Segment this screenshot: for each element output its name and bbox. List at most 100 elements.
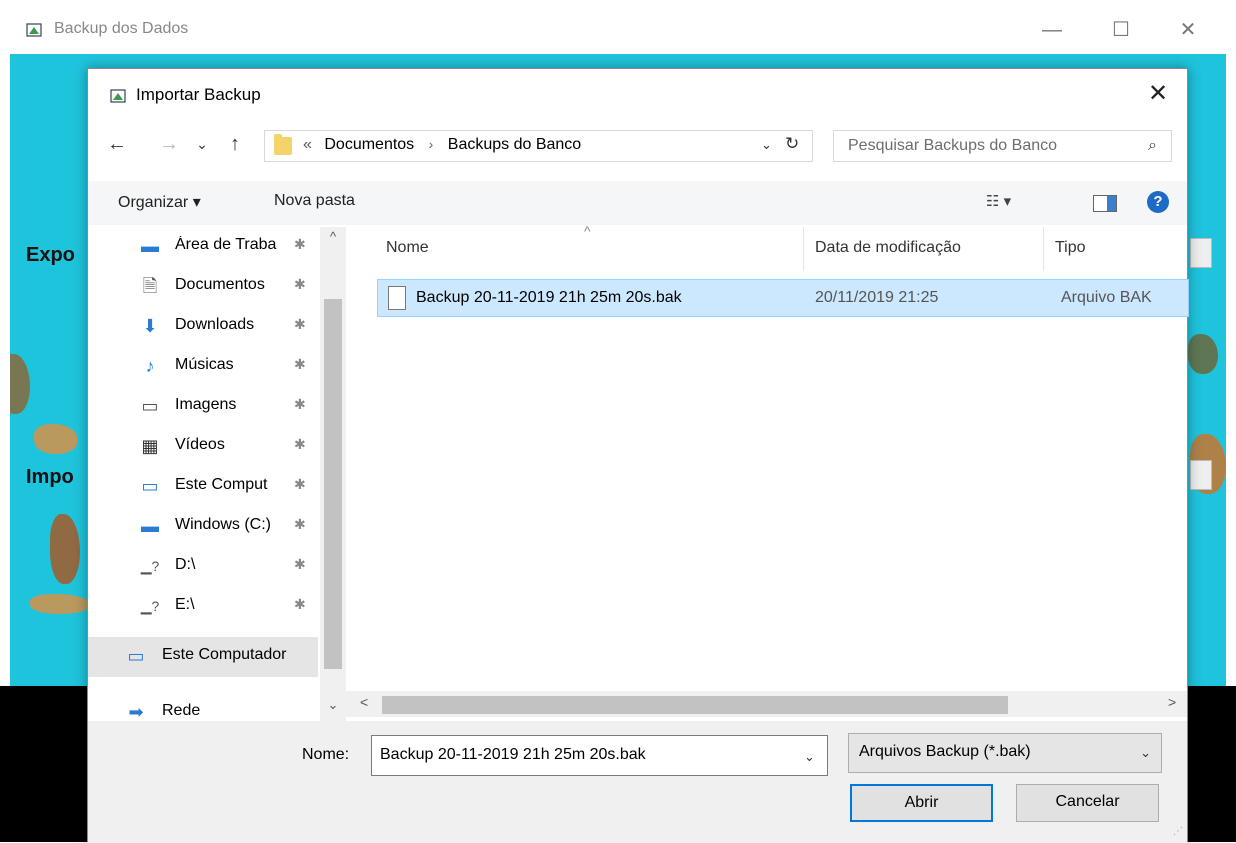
filename-input[interactable]: Backup 20-11-2019 21h 25m 20s.bak <box>371 735 828 776</box>
folder-icon <box>274 134 292 155</box>
background-decoration <box>50 514 80 584</box>
nav-item-label: Vídeos <box>175 436 225 453</box>
background-decoration <box>30 594 90 614</box>
resize-grip-icon[interactable]: ⋰ <box>1173 826 1183 837</box>
navigation-pane: ▬ Área de Traba ✱ 🗎 Documentos ✱ ⬇ Downl… <box>88 227 346 721</box>
pin-icon: ✱ <box>294 356 306 372</box>
nav-item-downloads[interactable]: ⬇ Downloads ✱ <box>88 307 318 347</box>
filename-dropdown-icon[interactable]: ⌄ <box>804 749 815 765</box>
breadcrumb: « Documentos › Backups do Banco <box>303 136 581 154</box>
pin-icon: ✱ <box>294 436 306 452</box>
nav-item-drive-d[interactable]: ▁? D:\ ✱ <box>88 547 318 587</box>
nav-item-drive-e[interactable]: ▁? E:\ ✱ <box>88 587 318 627</box>
address-dropdown-icon[interactable]: ⌄ <box>761 137 772 153</box>
chevron-down-icon: ⌄ <box>1140 745 1151 760</box>
nav-item-label: Rede <box>162 702 201 719</box>
background-decoration <box>1188 334 1218 374</box>
scroll-right-icon[interactable]: > <box>1168 694 1176 710</box>
pin-icon: ✱ <box>294 596 306 612</box>
cancel-button[interactable]: Cancelar <box>1016 784 1159 822</box>
nav-item-label: Este Comput <box>175 476 268 493</box>
nav-item-documentos[interactable]: 🗎 Documentos ✱ <box>88 267 318 307</box>
breadcrumb-documentos[interactable]: Documentos <box>324 136 414 153</box>
pin-icon: ✱ <box>294 556 306 572</box>
app-titlebar: Backup dos Dados — ☐ ✕ <box>0 0 1236 54</box>
file-list-hscrollbar[interactable]: < > <box>346 691 1187 717</box>
help-icon[interactable]: ? <box>1147 191 1169 213</box>
file-row[interactable]: Backup 20-11-2019 21h 25m 20s.bak 20/11/… <box>377 279 1189 317</box>
breadcrumb-separator[interactable]: › <box>429 136 434 152</box>
search-icon[interactable]: ⌕ <box>1148 137 1157 155</box>
nav-item-musicas[interactable]: ♪ Músicas ✱ <box>88 347 318 387</box>
organize-button[interactable]: Organizar ▾ <box>118 192 201 212</box>
view-options-icon[interactable]: ☷ ▾ <box>986 192 1011 210</box>
nav-item-imagens[interactable]: ▭ Imagens ✱ <box>88 387 318 427</box>
nav-item-videos[interactable]: ▦ Vídeos ✱ <box>88 427 318 467</box>
app-title: Backup dos Dados <box>54 20 189 37</box>
up-button[interactable]: ↑ <box>224 133 246 155</box>
scroll-up-icon[interactable]: ^ <box>320 229 346 244</box>
address-bar[interactable]: « Documentos › Backups do Banco ⌄ ↻ <box>264 130 813 162</box>
scrollbar-thumb[interactable] <box>382 696 1008 714</box>
background-decoration <box>10 354 30 414</box>
pin-icon: ✱ <box>294 516 306 532</box>
scrollbar-thumb[interactable] <box>324 299 342 669</box>
nav-pane-scrollbar[interactable]: ^ ⌄ <box>320 227 346 721</box>
file-modified: 20/11/2019 21:25 <box>815 289 939 306</box>
export-button[interactable] <box>1190 238 1212 268</box>
nav-item-desktop[interactable]: ▬ Área de Traba ✱ <box>88 227 318 267</box>
nav-item-label: Downloads <box>175 316 255 333</box>
open-button[interactable]: Abrir <box>850 784 993 822</box>
file-name: Backup 20-11-2019 21h 25m 20s.bak <box>416 289 682 306</box>
file-icon <box>388 286 406 310</box>
recent-locations-button[interactable]: ⌄ <box>191 133 213 155</box>
music-icon: ♪ <box>145 356 155 376</box>
drive-icon: ▁? <box>140 558 160 574</box>
nav-item-label: Músicas <box>175 356 234 373</box>
maximize-button[interactable]: ☐ <box>1109 18 1133 42</box>
pin-icon: ✱ <box>294 316 306 332</box>
nav-item-label: Área de Traba <box>175 236 277 253</box>
import-button[interactable] <box>1190 460 1212 490</box>
nav-item-windows-c[interactable]: ▬ Windows (C:) ✱ <box>88 507 318 547</box>
nav-item-label: Documentos <box>175 276 265 293</box>
column-header-name[interactable]: Nome <box>386 239 429 257</box>
search-placeholder: Pesquisar Backups do Banco <box>848 137 1058 154</box>
back-button[interactable]: ← <box>106 133 128 155</box>
breadcrumb-overflow[interactable]: « <box>303 136 312 153</box>
file-type-select[interactable]: Arquivos Backup (*.bak) ⌄ <box>848 733 1162 773</box>
nav-item-label: Windows (C:) <box>175 516 272 533</box>
command-bar: Organizar ▾ Nova pasta ☷ ▾ ? <box>88 181 1187 225</box>
scroll-down-icon[interactable]: ⌄ <box>320 697 346 713</box>
column-divider[interactable] <box>1043 227 1044 271</box>
filename-label: Nome: <box>302 746 350 763</box>
column-header-modified[interactable]: Data de modificação <box>815 239 961 257</box>
minimize-button[interactable]: — <box>1040 18 1064 42</box>
forward-button[interactable]: → <box>158 133 180 155</box>
nav-item-rede[interactable]: ➡ Rede <box>88 693 318 721</box>
search-input[interactable]: Pesquisar Backups do Banco ⌕ <box>833 130 1172 162</box>
import-label: Impo <box>26 466 74 488</box>
dialog-close-button[interactable]: ✕ <box>1143 79 1173 109</box>
sort-ascending-icon: ^ <box>584 223 591 239</box>
column-header-type[interactable]: Tipo <box>1055 239 1086 257</box>
breadcrumb-backups[interactable]: Backups do Banco <box>448 136 581 153</box>
scroll-left-icon[interactable]: < <box>360 694 368 710</box>
pin-icon: ✱ <box>294 236 306 252</box>
nav-item-label: Este Computador <box>162 646 287 663</box>
pin-icon: ✱ <box>294 276 306 292</box>
column-divider[interactable] <box>803 227 804 271</box>
nav-item-este-computador[interactable]: ▭ Este Computador <box>88 637 318 677</box>
preview-pane-icon[interactable] <box>1093 195 1117 212</box>
refresh-icon[interactable]: ↻ <box>785 134 799 154</box>
pin-icon: ✱ <box>294 396 306 412</box>
drive-icon: ▁? <box>140 598 160 614</box>
close-window-button[interactable]: ✕ <box>1176 18 1200 42</box>
app-icon <box>26 23 42 37</box>
nav-item-este-computador-pinned[interactable]: ▭ Este Comput ✱ <box>88 467 318 507</box>
nav-item-label: Imagens <box>175 396 237 413</box>
dialog-icon <box>110 89 126 103</box>
new-folder-button[interactable]: Nova pasta <box>274 192 355 210</box>
dialog-titlebar: Importar Backup ✕ <box>88 69 1187 121</box>
file-type-selected: Arquivos Backup (*.bak) <box>859 743 1031 760</box>
